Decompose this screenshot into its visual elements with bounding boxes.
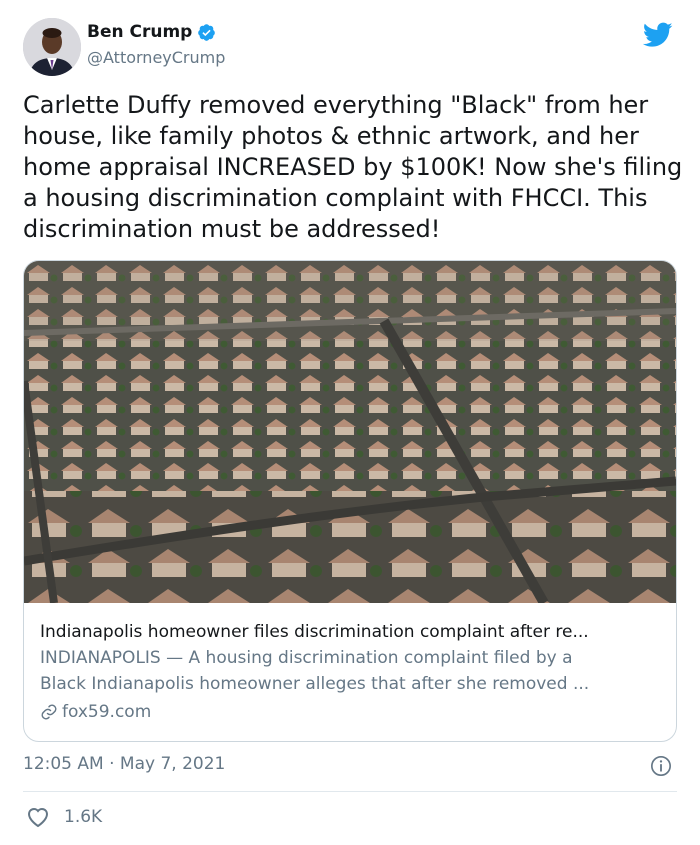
link-icon: [41, 704, 57, 720]
tweet-timestamp[interactable]: 12:05 AM · May 7, 2021: [23, 754, 225, 774]
card-title[interactable]: Indianapolis homeowner files discriminat…: [40, 619, 662, 645]
card-domain[interactable]: fox59.com: [62, 697, 151, 727]
card-domain-row[interactable]: fox59.com: [40, 697, 662, 727]
tweet-text: Carlette Duffy removed everything "Black…: [23, 91, 683, 243]
info-icon[interactable]: [650, 755, 672, 777]
card-image[interactable]: [24, 261, 676, 603]
author-name[interactable]: Ben Crump: [87, 22, 192, 42]
like-button[interactable]: 1.6K: [26, 806, 102, 828]
card-description-line: Black Indianapolis homeowner alleges tha…: [40, 674, 590, 694]
verified-badge-icon: [198, 23, 216, 41]
card-description-line: INDIANAPOLIS — A housing discrimination …: [40, 648, 573, 668]
card-body: Indianapolis homeowner files discriminat…: [40, 619, 662, 727]
like-count: 1.6K: [64, 807, 103, 827]
tweet-header: Ben Crump @AttorneyCrump: [23, 18, 677, 78]
heart-icon: [27, 808, 49, 828]
name-row: Ben Crump: [87, 22, 216, 42]
link-card[interactable]: Indianapolis homeowner files discriminat…: [23, 260, 677, 742]
author-handle[interactable]: @AttorneyCrump: [87, 48, 225, 67]
divider: [23, 791, 677, 792]
twitter-bird-icon[interactable]: [643, 22, 673, 48]
avatar[interactable]: [23, 18, 81, 76]
